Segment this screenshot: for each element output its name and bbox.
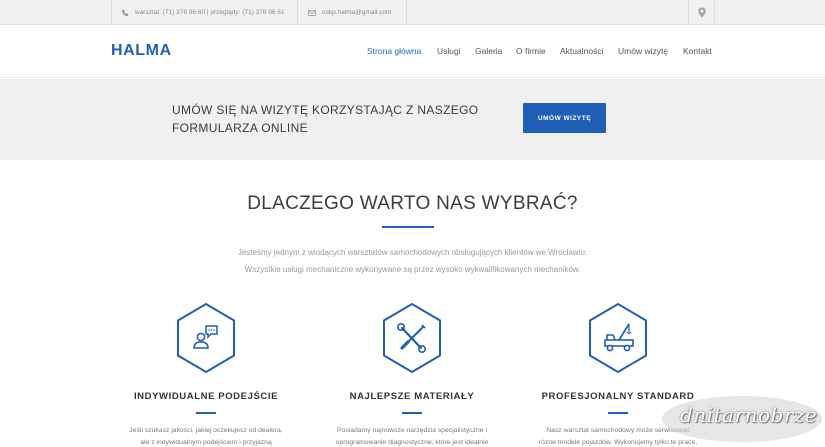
- topbar-divider: [406, 0, 407, 25]
- appointment-banner: UMÓW SIĘ NA WIZYTĘ KORZYSTAJĄC Z NASZEGO…: [0, 79, 825, 160]
- heading-underline: [382, 226, 434, 228]
- feature-underline: [608, 412, 628, 414]
- topbar-divider: [111, 0, 112, 25]
- feature-underline: [402, 412, 422, 414]
- feature-text: Posiadamy najnowsze narzędzia specjalist…: [337, 427, 487, 434]
- map-pin-icon[interactable]: [697, 7, 707, 18]
- top-bar: warsztat: (71) 376 96 60 | przeglądy: (7…: [0, 0, 825, 25]
- email-info[interactable]: oskp.halma@gmail.com: [308, 0, 391, 25]
- feature-title: INDYWIDUALNE PODEJŚCIE: [133, 391, 279, 402]
- nav-appointment[interactable]: Umów wizytę: [618, 46, 668, 60]
- feature-title: NAJLEPSZE MATERIAŁY: [349, 391, 475, 402]
- email-link[interactable]: oskp.halma@gmail.com: [322, 9, 391, 16]
- wrench-screwdriver-icon: [383, 302, 441, 374]
- phone-text: warsztat: (71) 376 96 60 | przeglądy: (7…: [135, 9, 285, 16]
- phone-info: warsztat: (71) 376 96 60 | przeglądy: (7…: [121, 0, 284, 25]
- envelope-icon: [308, 9, 316, 16]
- feature-text: różne modele pojazdów. Wykonujemy tylko …: [538, 439, 698, 446]
- intro-text-line-2: Wszystkie usługi mechaniczne wykonywane …: [244, 265, 581, 274]
- feature-text: ale z indywidualnym podejściem i przyjaz…: [140, 439, 272, 446]
- intro-text-line-1: Jesteśmy jednym z wiodących warsztatów s…: [237, 248, 588, 257]
- nav-contact[interactable]: Kontakt: [683, 46, 712, 60]
- phone-icon: [121, 9, 129, 16]
- watermark-text: dnitarnobrze: [680, 403, 818, 427]
- banner-text-line-2: FORMULARZA ONLINE: [172, 121, 308, 135]
- nav-news[interactable]: Aktualności: [560, 46, 603, 60]
- topbar-divider: [714, 0, 715, 25]
- book-appointment-button[interactable]: UMÓW WIZYTĘ: [523, 103, 606, 133]
- feature-title: PROFESJONALNY STANDARD: [541, 391, 695, 402]
- customer-chat-icon: [177, 302, 235, 374]
- feature-text: oprogramowanie diagnostyczne, które jest…: [335, 439, 489, 446]
- banner-text-line-1: UMÓW SIĘ NA WIZYTĘ KORZYSTAJĄC Z NASZEGO: [172, 103, 479, 117]
- section-heading: DLACZEGO WARTO NAS WYBRAĆ?: [247, 193, 578, 214]
- tow-truck-icon: [589, 302, 647, 374]
- nav-services[interactable]: Usługi: [437, 46, 461, 60]
- feature-text: Jeśli szukasz jakości, jakiej oczekujesz…: [129, 427, 283, 434]
- topbar-divider: [688, 0, 689, 25]
- nav-home[interactable]: Strona główna: [367, 46, 421, 60]
- feature-underline: [196, 412, 216, 414]
- nav-about[interactable]: O firmie: [516, 46, 546, 60]
- site-header: HALMA Strona główna Usługi Galeria O fir…: [0, 26, 825, 78]
- nav-gallery[interactable]: Galeria: [475, 46, 502, 60]
- topbar-divider: [297, 0, 298, 25]
- site-logo[interactable]: HALMA: [111, 42, 172, 60]
